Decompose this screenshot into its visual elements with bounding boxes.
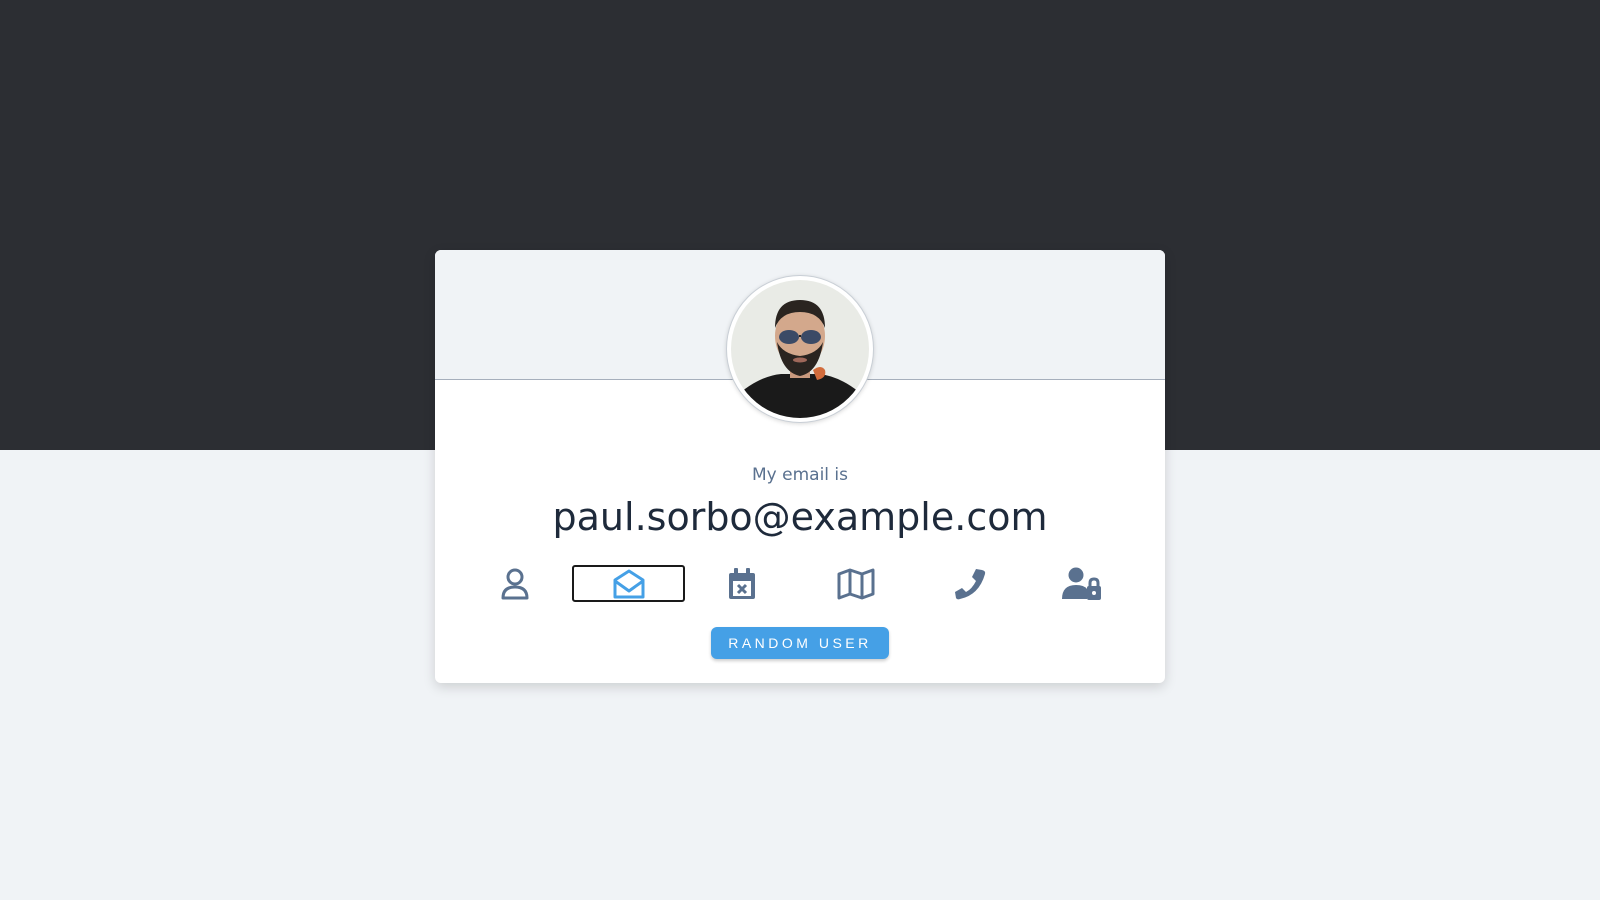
field-label: My email is bbox=[752, 465, 848, 485]
user-icon bbox=[501, 568, 528, 599]
avatar bbox=[726, 275, 874, 423]
user-lock-icon bbox=[1061, 567, 1101, 600]
random-user-button[interactable]: Random User bbox=[711, 627, 889, 659]
calendar-icon bbox=[728, 567, 755, 599]
phone-icon bbox=[954, 568, 985, 599]
user-icon-button[interactable] bbox=[458, 565, 571, 602]
calendar-icon-button[interactable] bbox=[685, 565, 798, 602]
user-card: My email is paul.sorbo@example.com RANDO… bbox=[435, 250, 1165, 683]
map-icon-button[interactable] bbox=[799, 565, 912, 602]
user-lock-icon-button[interactable] bbox=[1026, 565, 1139, 602]
email-icon-button[interactable] bbox=[572, 565, 685, 602]
map-icon bbox=[837, 568, 874, 599]
field-value: paul.sorbo@example.com bbox=[552, 495, 1048, 539]
email-icon bbox=[613, 569, 644, 598]
phone-icon-button[interactable] bbox=[913, 565, 1026, 602]
